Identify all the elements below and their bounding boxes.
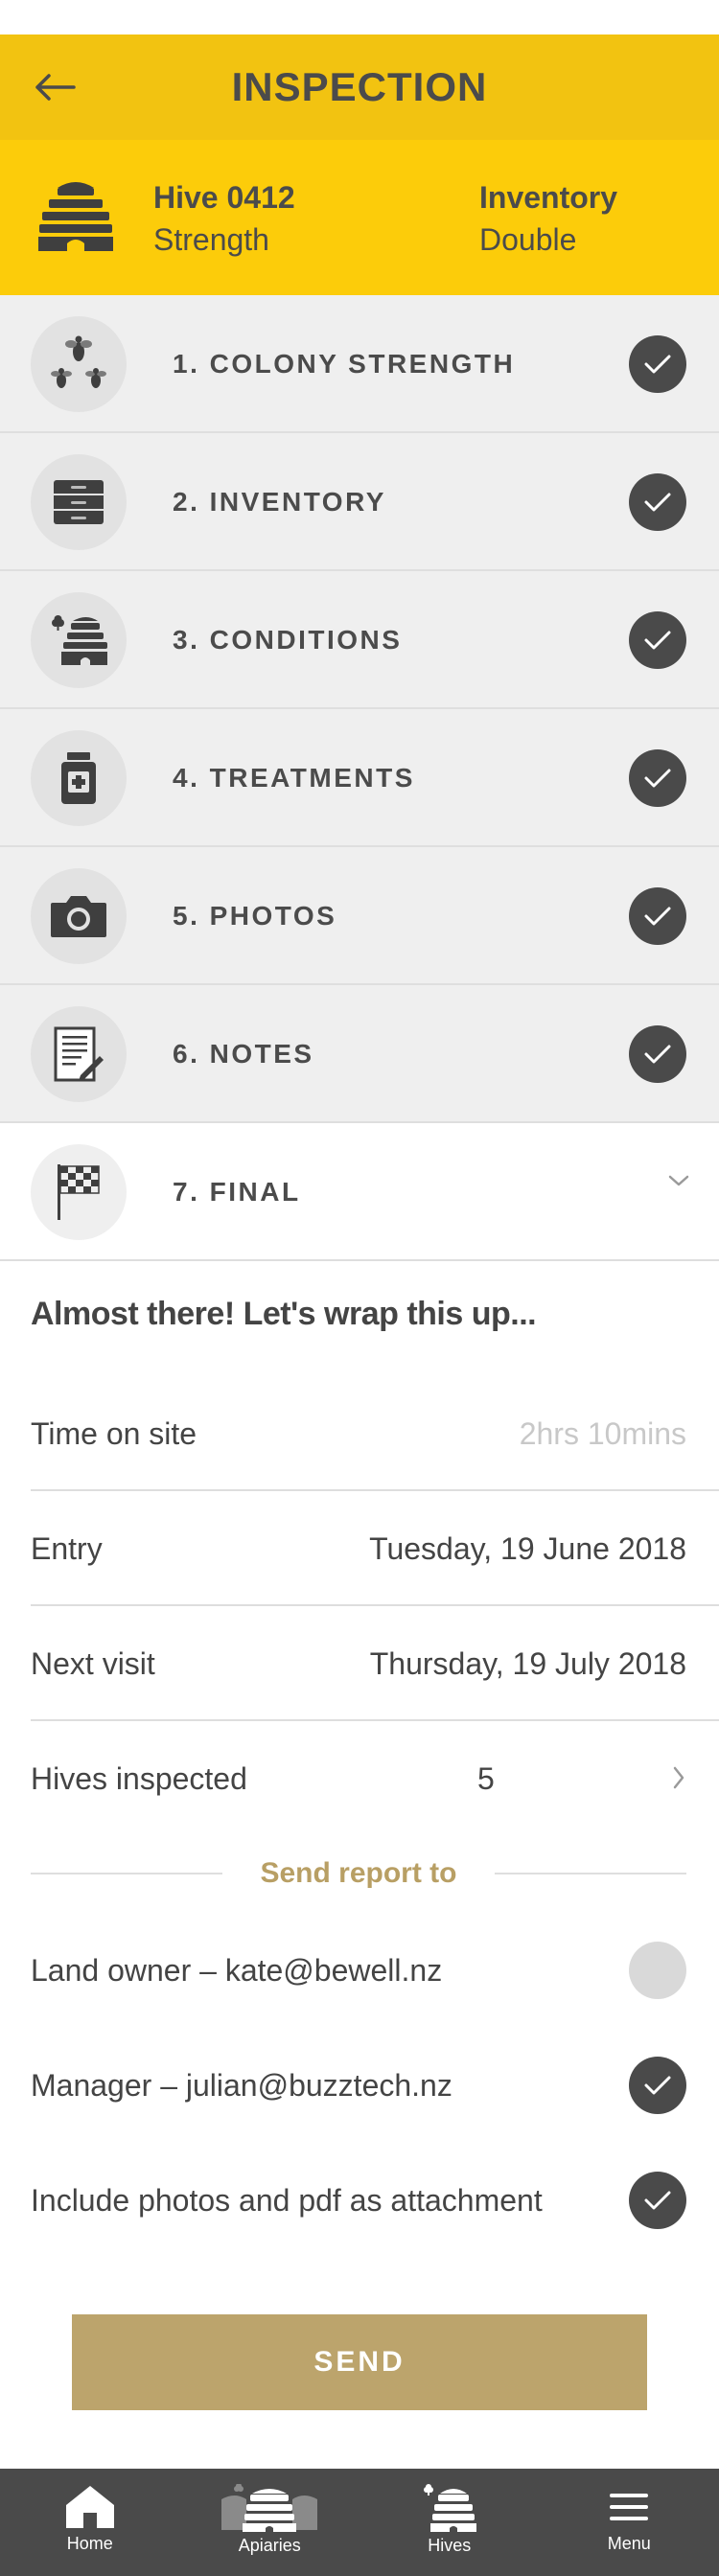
inspection-steps: 1. COLONY STRENGTH 2. INVENTORY 3. CONDI… [0,295,719,1261]
hive-subtitle: Strength [153,222,269,257]
check-icon [629,335,686,393]
camera-icon [31,868,127,964]
step-notes[interactable]: 6. NOTES [0,985,719,1123]
attachments-label: Include photos and pdf as attachment [31,2183,543,2218]
send-report-divider: Send report to [31,1850,686,1898]
check-icon [629,611,686,669]
step-label: 6. NOTES [173,1039,314,1069]
inventory-title: Inventory [479,180,618,215]
title-bar: INSPECTION [0,34,719,140]
step-label: 2. INVENTORY [173,487,386,517]
attachments-checkbox[interactable] [629,2172,686,2229]
menu-icon [610,2494,649,2520]
tab-home-label: Home [66,2534,113,2553]
page-title: INSPECTION [231,64,488,109]
step-conditions[interactable]: 3. CONDITIONS [0,571,719,709]
entry-row[interactable]: Entry Tuesday, 19 June 2018 [31,1491,719,1606]
step-final[interactable]: 7. FINAL [0,1123,719,1261]
status-bar-spacer [0,0,719,34]
tab-apiaries[interactable]: Apiaries [180,2469,360,2576]
step-label: 3. CONDITIONS [173,625,403,655]
next-visit-value[interactable]: Thursday, 19 July 2018 [370,1606,686,1721]
step-inventory[interactable]: 2. INVENTORY [0,433,719,571]
check-icon [644,2191,671,2210]
land-owner-label: Land owner – kate@bewell.nz [31,1953,443,1988]
hives-inspected-label: Hives inspected [31,1761,247,1796]
check-icon [644,2076,671,2095]
step-colony-strength[interactable]: 1. COLONY STRENGTH [0,295,719,433]
hive-box-icon [31,454,127,550]
hives-inspected-value: 5 [477,1761,495,1796]
tab-apiaries-label: Apiaries [238,2536,301,2555]
manager-option[interactable]: Manager – julian@buzztech.nz [31,2047,686,2124]
entry-value[interactable]: Tuesday, 19 June 2018 [369,1491,686,1606]
check-icon [629,1025,686,1083]
check-icon [629,473,686,531]
land-owner-checkbox[interactable] [629,1942,686,1999]
hive-summary-bar: Hive 0412 Strength Inventory Double [0,140,719,295]
tab-hives-label: Hives [428,2536,472,2555]
checkered-flag-icon [31,1144,127,1240]
tab-hives[interactable]: Hives [360,2469,540,2576]
send-report-label: Send report to [260,1857,457,1889]
hives-inspected-row[interactable]: Hives inspected 5 [31,1721,719,1836]
next-visit-row[interactable]: Next visit Thursday, 19 July 2018 [31,1606,719,1721]
notepad-icon [31,1006,127,1102]
tab-home[interactable]: Home [0,2469,180,2576]
attachments-option[interactable]: Include photos and pdf as attachment [31,2162,686,2239]
beehive-icon [31,592,127,688]
check-icon [629,887,686,945]
manager-checkbox[interactable] [629,2057,686,2114]
time-on-site-row: Time on site 2hrs 10mins [31,1376,719,1491]
inventory-value: Double [479,222,577,257]
land-owner-option[interactable]: Land owner – kate@bewell.nz [31,1932,686,2009]
step-label: 1. COLONY STRENGTH [173,349,516,379]
chevron-right-icon [671,1764,686,1796]
home-icon [65,2486,114,2528]
tab-menu[interactable]: Menu [540,2469,719,2576]
medicine-jar-icon [31,730,127,826]
time-on-site-label: Time on site [31,1416,197,1451]
step-label: 5. PHOTOS [173,901,337,931]
bees-icon [31,316,127,412]
step-treatments[interactable]: 4. TREATMENTS [0,709,719,847]
step-label: 4. TREATMENTS [173,763,415,793]
hive-name: Hive 0412 [153,180,295,215]
step-photos[interactable]: 5. PHOTOS [0,847,719,985]
entry-label: Entry [31,1531,103,1566]
time-on-site-value[interactable]: 2hrs 10mins [520,1376,686,1491]
bottom-tab-bar: Home Apiaries Hives Menu [0,2469,719,2576]
final-heading: Almost there! Let's wrap this up... [31,1296,537,1332]
beehive-icon [423,2484,476,2532]
apiaries-icon [221,2484,318,2532]
beehive-icon [36,180,115,258]
chevron-down-icon [667,1173,690,1193]
tab-menu-label: Menu [607,2534,651,2553]
manager-label: Manager – julian@buzztech.nz [31,2068,452,2103]
send-button[interactable]: SEND [72,2314,647,2410]
next-visit-label: Next visit [31,1646,155,1681]
step-label: 7. FINAL [173,1177,301,1207]
check-icon [629,749,686,807]
